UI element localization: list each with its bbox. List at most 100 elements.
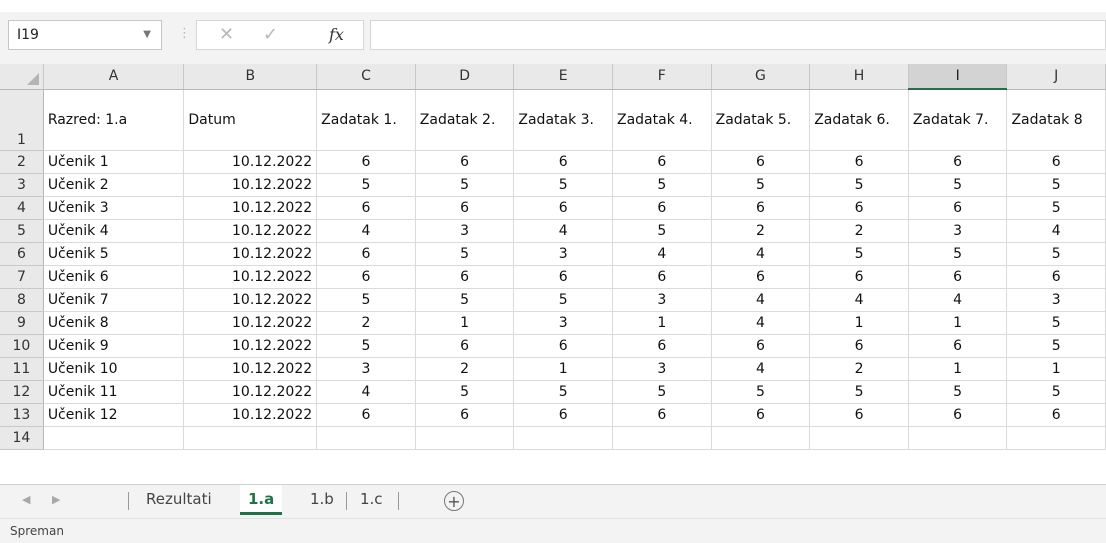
cell[interactable]: Zadatak 7.	[908, 89, 1008, 151]
cell[interactable]: 6	[1006, 150, 1106, 174]
cell[interactable]: 10.12.2022	[183, 150, 318, 174]
cell[interactable]: 5	[809, 173, 909, 197]
cell[interactable]	[1006, 426, 1106, 450]
cell[interactable]: 5	[908, 242, 1008, 266]
cell[interactable]	[43, 426, 185, 450]
cell[interactable]: Zadatak 4.	[612, 89, 712, 151]
cell[interactable]: 4	[316, 380, 416, 404]
cell[interactable]: 6	[612, 403, 712, 427]
cell[interactable]: 5	[809, 380, 909, 404]
cell[interactable]: 5	[415, 288, 515, 312]
cell[interactable]: 3	[316, 357, 416, 381]
cell[interactable]: 6	[513, 334, 613, 358]
cell[interactable]: 4	[1006, 219, 1106, 243]
cell[interactable]: 1	[513, 357, 613, 381]
cell[interactable]: 5	[316, 334, 416, 358]
cell[interactable]: 5	[316, 173, 416, 197]
tab-1c[interactable]: 1.c	[352, 485, 391, 515]
row-header[interactable]: 2	[0, 150, 44, 174]
cell[interactable]: 5	[1006, 334, 1106, 358]
cell[interactable]: Datum	[183, 89, 318, 151]
cell[interactable]: 3	[513, 311, 613, 335]
row-header[interactable]: 6	[0, 242, 44, 266]
cell[interactable]	[415, 426, 515, 450]
cell[interactable]: 2	[809, 219, 909, 243]
row-header[interactable]: 7	[0, 265, 44, 289]
cell[interactable]: Učenik 9	[43, 334, 185, 358]
cell[interactable]: 3	[415, 219, 515, 243]
cell[interactable]: 10.12.2022	[183, 288, 318, 312]
cell[interactable]	[711, 426, 811, 450]
cell[interactable]: 5	[711, 173, 811, 197]
cell[interactable]: 1	[809, 311, 909, 335]
cell[interactable]: 6	[316, 265, 416, 289]
cell[interactable]: 10.12.2022	[183, 219, 318, 243]
cell[interactable]: Učenik 6	[43, 265, 185, 289]
cell[interactable]: 1	[612, 311, 712, 335]
row-header[interactable]: 3	[0, 173, 44, 197]
row-header[interactable]: 11	[0, 357, 44, 381]
column-header[interactable]: J	[1006, 64, 1106, 90]
column-header[interactable]: B	[183, 64, 318, 90]
plus-circle-icon[interactable]: +	[444, 491, 464, 511]
cell[interactable]: 10.12.2022	[183, 334, 318, 358]
cell[interactable]: 6	[513, 150, 613, 174]
cell[interactable]: 5	[1006, 173, 1106, 197]
cell[interactable]: 5	[316, 288, 416, 312]
cell[interactable]: 5	[908, 173, 1008, 197]
column-header[interactable]: H	[809, 64, 909, 90]
cell[interactable]: 5	[415, 173, 515, 197]
cell[interactable]: 5	[612, 380, 712, 404]
cell[interactable]: 5	[1006, 311, 1106, 335]
column-header[interactable]: C	[316, 64, 416, 90]
cell[interactable]: 6	[316, 403, 416, 427]
cell[interactable]: 5	[513, 173, 613, 197]
cell[interactable]: 5	[809, 242, 909, 266]
cell[interactable]: 10.12.2022	[183, 380, 318, 404]
row-header[interactable]: 8	[0, 288, 44, 312]
cell[interactable]: Zadatak 3.	[513, 89, 613, 151]
cell[interactable]: Razred: 1.a	[43, 89, 185, 151]
cell[interactable]: 6	[711, 196, 811, 220]
cell[interactable]: 6	[415, 196, 515, 220]
cancel-icon[interactable]: ✕	[219, 24, 234, 45]
cell[interactable]: 4	[711, 311, 811, 335]
column-header[interactable]: F	[612, 64, 712, 90]
cell[interactable]: 6	[316, 196, 416, 220]
cell[interactable]: 4	[809, 288, 909, 312]
cell[interactable]	[183, 426, 318, 450]
cell[interactable]: 1	[415, 311, 515, 335]
cell[interactable]: 4	[711, 357, 811, 381]
cell[interactable]: 10.12.2022	[183, 403, 318, 427]
row-header[interactable]: 14	[0, 426, 44, 450]
cell[interactable]: 6	[612, 196, 712, 220]
cell[interactable]: 6	[415, 403, 515, 427]
cell[interactable]: 2	[316, 311, 416, 335]
cell[interactable]: 1	[908, 311, 1008, 335]
cell[interactable]	[908, 426, 1008, 450]
cell[interactable]: 6	[711, 265, 811, 289]
cell[interactable]: Zadatak 8	[1006, 89, 1106, 151]
cell[interactable]: 6	[908, 265, 1008, 289]
cell[interactable]: 6	[513, 196, 613, 220]
cell[interactable]: 10.12.2022	[183, 311, 318, 335]
cell[interactable]: Učenik 4	[43, 219, 185, 243]
column-header[interactable]: G	[711, 64, 811, 90]
cell[interactable]: 5	[415, 242, 515, 266]
cell[interactable]: 3	[513, 242, 613, 266]
cell[interactable]: 6	[1006, 265, 1106, 289]
cell[interactable]: 6	[908, 150, 1008, 174]
cell[interactable]: 2	[711, 219, 811, 243]
cell[interactable]: 6	[908, 196, 1008, 220]
cell[interactable]: 6	[809, 196, 909, 220]
cell[interactable]: 6	[908, 403, 1008, 427]
chevron-right-icon[interactable]: ▶	[52, 493, 60, 506]
cell[interactable]: 4	[612, 242, 712, 266]
row-header[interactable]: 10	[0, 334, 44, 358]
cell[interactable]: 6	[316, 242, 416, 266]
cell[interactable]: 3	[612, 288, 712, 312]
column-header-selected[interactable]: I	[908, 64, 1008, 90]
cell[interactable]: 1	[908, 357, 1008, 381]
cell[interactable]: 4	[316, 219, 416, 243]
cell[interactable]: 3	[612, 357, 712, 381]
